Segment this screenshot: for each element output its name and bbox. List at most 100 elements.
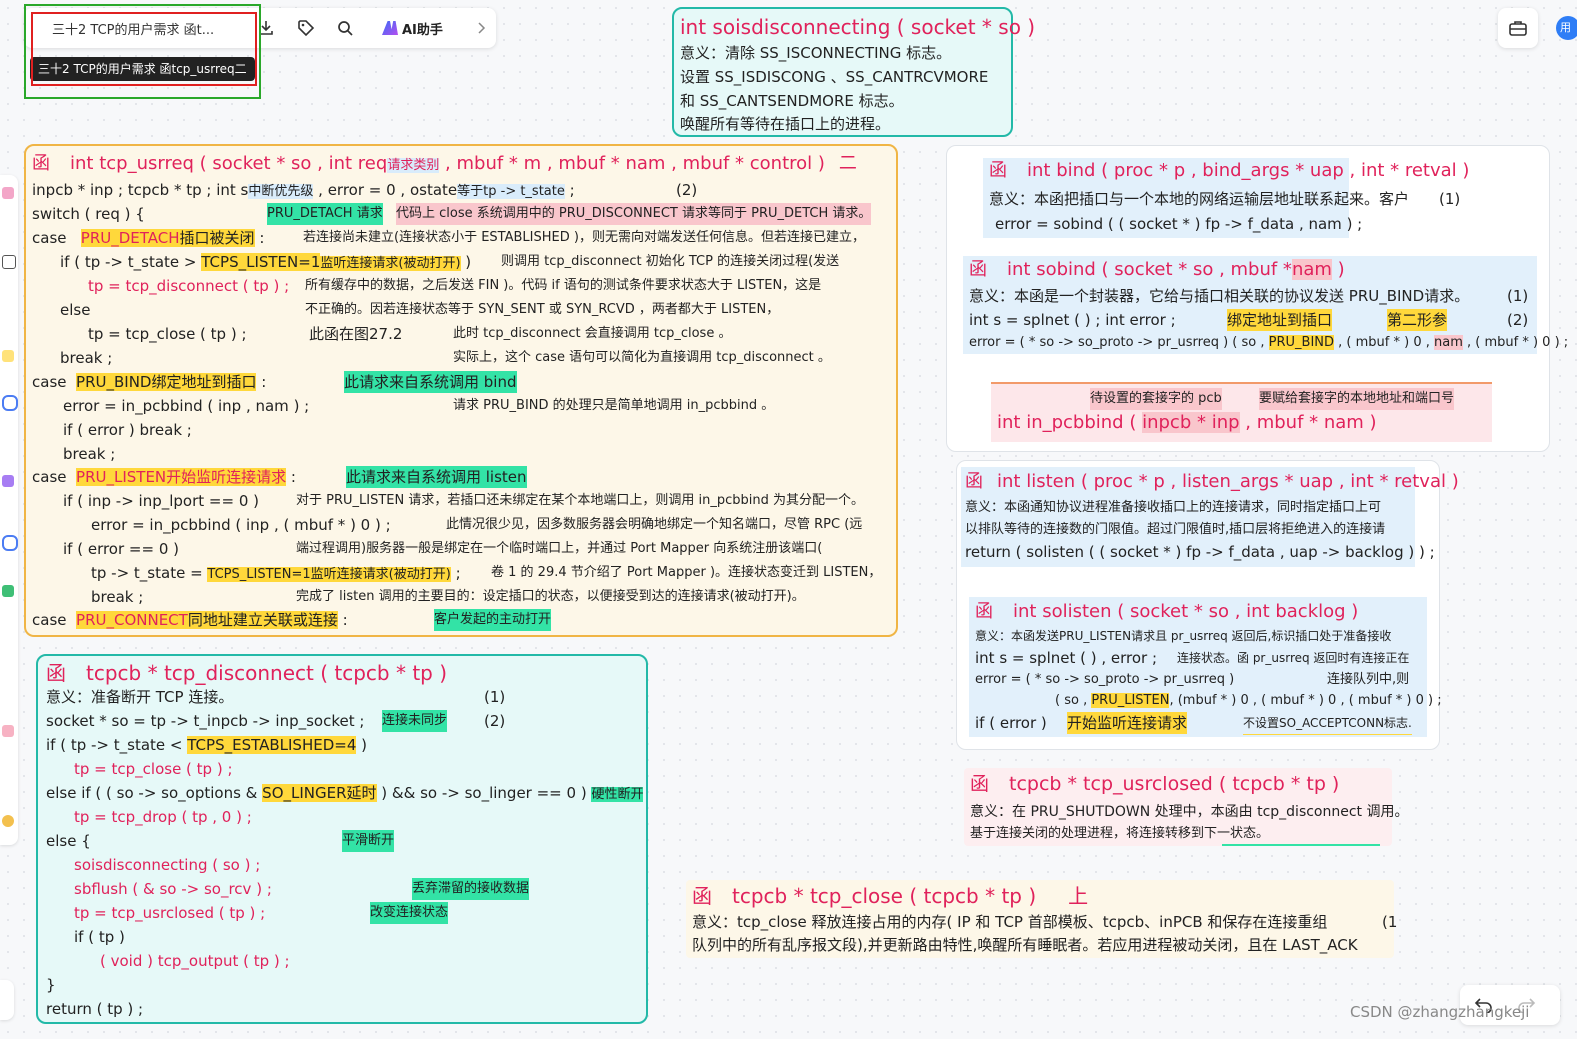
code-line: else [60, 301, 91, 319]
code-line: error = ( * so -> so_proto -> pr_usrreq … [975, 672, 1235, 687]
function-signature: 函 int solisten ( socket * so , int backlo… [975, 601, 1359, 622]
card-line: 唤醒所有等待在插口上的进程。 [680, 115, 891, 133]
comment-tag: 第二形参 [1387, 309, 1448, 331]
function-signature: int in_pcbbind ( inpcb * inp , mbuf * na… [997, 412, 1377, 433]
card-listen-group[interactable]: 函 int listen ( proc * p , listen_args * u… [956, 460, 1459, 750]
code-line: 意义：本函发送PRU_LISTEN请求且 pr_usrreq 返回后,标识插口处… [975, 629, 1392, 643]
code-line: if ( inp -> inp_lport == 0 ) [63, 492, 259, 510]
explanation: 不设置SO_ACCEPTCONN标志. [1243, 712, 1412, 735]
card-bind-group[interactable]: 函 int bind ( proc * p , bind_args * uap ,… [946, 145, 1568, 452]
card-tcp-disconnect[interactable]: 函 tcpcb * tcp_disconnect ( tcpcb * tp ) 意… [36, 654, 648, 1024]
tool-table-icon[interactable] [2, 585, 14, 597]
explanation: 完成了 listen 调用的主要目的：设定插口的状态，以便接受到达的连接请求(被… [296, 589, 805, 604]
chevron-right-icon[interactable] [470, 16, 494, 40]
code-line: ( so , PRU_LISTEN, (mbuf * ) 0 , ( mbuf … [1055, 693, 1442, 708]
code-line: if ( tp -> t_state > TCPS_LISTEN=1监听连接请求… [60, 253, 472, 271]
tool-pen-icon[interactable] [2, 395, 18, 411]
code-line: 基于连接关闭的处理进程，将连接转移到下一状态。 [970, 826, 1270, 841]
code-line: return ( solisten ( ( socket * ) fp -> f… [965, 543, 1435, 561]
explanation: 请求 PRU_BIND 的处理只是简单地调用 in_pcbbind 。 [453, 398, 775, 413]
code-line: break ; [63, 445, 116, 463]
code-line: tp = tcp_drop ( tp , 0 ) ; [74, 808, 252, 826]
comment-tag: 此请求来自系统调用 listen [346, 466, 527, 488]
tool-shape-icon[interactable] [2, 187, 14, 199]
case-listen: case PRU_LISTEN开始监听连接请求 : [32, 468, 296, 486]
explanation: 端过程调用)服务器一般是绑定在一个临时端口上，并通过 Port Mapper 向… [296, 541, 823, 556]
code-line: if ( error ) [975, 714, 1047, 732]
code-line: socket * so = tp -> t_inpcb -> inp_socke… [46, 712, 365, 730]
comment-tag: 丢弃滞留的接收数据 [412, 878, 530, 900]
tool-sticky-icon[interactable] [2, 350, 14, 362]
tool-circle-icon[interactable] [2, 535, 18, 551]
card-title: int soisdisconnecting ( socket * so ) [680, 15, 1036, 39]
code-line: else if ( ( so -> so_options & SO_LINGER… [46, 784, 644, 802]
card-line: 和 SS_CANTSENDMORE 标志。 [680, 92, 904, 110]
explanation: 不正确的。因若连接状态等于 SYN_SENT 或 SYN_RCVD ，两者都大于… [305, 302, 780, 317]
card-tcp-usrclosed[interactable]: 函 tcpcb * tcp_usrclosed ( tcpcb * tp ) 意义… [964, 768, 1409, 846]
tool-connector-icon[interactable] [2, 475, 14, 487]
code-line: if ( tp -> t_state < TCPS_ESTABLISHED=4 … [46, 736, 367, 754]
code-line: 意义：本函是一个封装器，它给与插口相关联的协议发送 PRU_BIND请求。 [969, 287, 1470, 305]
code-line: 意义：tcp_close 释放连接占用的内存( IP 和 TCP 首部模板、tc… [692, 913, 1328, 931]
tag-icon[interactable] [294, 16, 318, 40]
card-tcp-close[interactable]: 函 tcpcb * tcp_close ( tcpcb * tp ) 上 意义：tc… [686, 880, 1398, 958]
function-signature: 函 int bind ( proc * p , bind_args * uap ,… [989, 160, 1470, 181]
watermark: CSDN @zhangzhangkeji [1350, 1003, 1530, 1021]
case-detach: case PRU_DETACH插口被关闭 : [32, 229, 265, 247]
comment-note: 要赋给套接字的本地地址和端口号 [1259, 388, 1455, 410]
annotation-number: (1 [1382, 913, 1398, 931]
search-icon[interactable] [333, 16, 357, 40]
card-line: 设置 SS_ISDISCONG 、SS_CANTRCVMORE [680, 68, 989, 86]
explanation: 此情况很少见，因多数服务器会明确地绑定一个知名端口，尽管 RPC (远 [446, 517, 863, 532]
code-line: return ( tp ) ; [46, 1000, 144, 1018]
left-tool-sidebar [0, 175, 18, 845]
code-line: break ; [91, 588, 144, 606]
comment-note: 待设置的套接字的 pcb [1090, 388, 1222, 410]
code-line: 意义：本函把插口与一个本地的网络运输层地址联系起来。客户 [989, 190, 1410, 208]
code-line: inpcb * inp ; tcpcb * tp ; int s中断优先级 , … [32, 181, 575, 199]
code-line: int s = splnet ( ) , error ; [975, 649, 1158, 667]
comment-tag: 平滑断开 [342, 830, 395, 852]
briefcase-icon[interactable] [1508, 19, 1528, 37]
card-tcp-usrreq[interactable]: 函 int tcp_usrreq ( socket * so , int req请… [24, 144, 898, 637]
case-connect: case PRU_CONNECT同地址建立关联或连接 : [32, 611, 348, 629]
code-line: else { [46, 832, 91, 850]
function-signature: 函 tcpcb * tcp_disconnect ( tcpcb * tp ) [46, 661, 448, 685]
explanation: 实际上，这个 case 语句可以简化为直接调用 tcp_disconnect 。 [453, 350, 831, 365]
bottom-left-control[interactable] [0, 980, 14, 1020]
code-line: error = in_pcbbind ( inp , nam ) ; [63, 397, 310, 415]
code-line: 以排队等待的连接数的门限值。超过门限值时,插口层将拒绝进入的连接请 [965, 522, 1386, 537]
comment-tag: 客户发起的主动打开 [434, 609, 552, 631]
code-line: if ( tp ) [74, 928, 125, 946]
code-line: sbflush ( & so -> so_rcv ) ; [74, 880, 272, 898]
avatar[interactable]: 用 [1556, 16, 1577, 40]
tool-emoji-icon[interactable] [2, 815, 14, 827]
code-line: 意义：本函通知协议进程准备接收插口上的连接请求，同时指定插口上可 [965, 500, 1382, 515]
annotation-number: (1) [1507, 287, 1529, 305]
ai-assistant-button[interactable]: AI助手 [382, 18, 443, 38]
highlight-green-box [24, 4, 261, 99]
tool-text-icon[interactable] [2, 255, 16, 269]
code-line: soisdisconnecting ( so ) ; [74, 856, 261, 874]
code-line: error = sobind ( ( socket * ) fp -> f_da… [995, 215, 1363, 233]
function-signature: 函 int tcp_usrreq ( socket * so , int req请… [32, 153, 857, 174]
annotation-number: (2) [1507, 311, 1529, 329]
comment-tag: 绑定地址到插口 [1227, 309, 1333, 331]
code-line: } [46, 976, 56, 994]
code-line: error = in_pcbbind ( inp , ( mbuf * ) 0 … [91, 516, 391, 534]
explanation: 所有缓存中的数据，之后发送 FIN )。代码 if 语句的测试条件要求状态大于 … [305, 278, 822, 293]
top-right-toolbar [1498, 8, 1538, 48]
code-line: error = ( * so -> so_proto -> pr_usrreq … [969, 335, 1569, 350]
comment-tag: PRU_DETACH 请求 [267, 203, 383, 225]
code-line: tp = tcp_usrclosed ( tp ) ; [74, 904, 266, 922]
comment-tag: 开始监听连接请求 [1067, 712, 1188, 734]
function-signature: 函 int sobind ( socket * so , mbuf *nam ) [969, 259, 1345, 280]
explanation: 则调用 tcp_disconnect 初始化 TCP 的连接关闭过程(发送 [501, 254, 840, 269]
annotation-number: (2) [676, 181, 698, 199]
card-soisdisconnecting[interactable]: int soisdisconnecting ( socket * so ) 意义… [672, 7, 1035, 137]
tool-more-icon[interactable] [2, 725, 14, 737]
comment-tag: 连接未同步 [382, 710, 448, 732]
underline-accent [1222, 844, 1380, 846]
comment-note: 代码上 close 系统调用中的 PRU_DISCONNECT 请求等同于 PR… [396, 203, 872, 225]
function-signature: 函 int listen ( proc * p , listen_args * u… [965, 471, 1459, 492]
